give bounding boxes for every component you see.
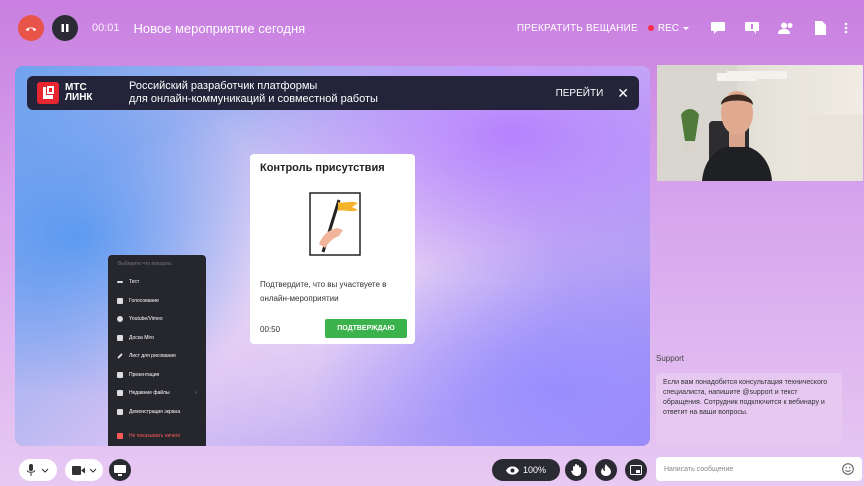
promo-banner: МТС ЛИНК Российский разработчик платформ… bbox=[27, 76, 639, 110]
menu-header: Выберите что показать bbox=[118, 261, 172, 267]
speaker-video bbox=[657, 65, 863, 181]
presentation-stage: МТС ЛИНК Российский разработчик платформ… bbox=[15, 66, 650, 446]
chevron-right-icon: › bbox=[195, 390, 197, 397]
phone-hangup-icon bbox=[25, 27, 37, 32]
menu-item-video[interactable]: Youtube/Vimeo bbox=[108, 310, 206, 329]
menu-item-test[interactable]: Тест bbox=[108, 273, 206, 292]
presence-title: Контроль присутствия bbox=[260, 162, 385, 174]
menu-item-label: Лист для рисования bbox=[129, 353, 176, 360]
logo-line2: ЛИНК bbox=[65, 92, 93, 103]
hand-icon bbox=[570, 464, 581, 476]
chevron-down-icon bbox=[41, 468, 49, 473]
mic-toggle-button[interactable] bbox=[19, 459, 57, 481]
presence-timer: 00:50 bbox=[260, 325, 281, 334]
menu-item-label: Youtube/Vimeo bbox=[129, 316, 163, 323]
files-button[interactable] bbox=[812, 21, 828, 35]
raise-hand-button[interactable] bbox=[565, 459, 587, 481]
chat-message-input[interactable]: Написать сообщение bbox=[656, 457, 862, 481]
broadcast-timer: 00:01 bbox=[92, 22, 120, 34]
zoom-level: 100% bbox=[522, 465, 547, 475]
chat-icon bbox=[711, 22, 725, 34]
banner-close-icon[interactable]: ✕ bbox=[617, 85, 629, 102]
monitor-icon bbox=[114, 464, 126, 476]
logo-text: МТС ЛИНК bbox=[65, 83, 111, 103]
poll-icon bbox=[117, 297, 123, 304]
presentation-icon bbox=[117, 371, 123, 378]
event-title: Новое мероприятие сегодня bbox=[133, 20, 306, 36]
picture-in-picture-icon bbox=[630, 465, 642, 475]
menu-item-presentation[interactable]: Презентация bbox=[108, 366, 206, 385]
stop-icon bbox=[117, 433, 123, 439]
share-screen-button[interactable] bbox=[109, 459, 131, 481]
viewers-count-button[interactable]: 100% bbox=[492, 459, 560, 481]
menu-item-recent-files[interactable]: Недавние файлы › bbox=[108, 384, 206, 403]
menu-item-label: Презентация bbox=[129, 371, 160, 378]
menu-item-label: Голосование bbox=[129, 297, 159, 304]
menu-item-poll[interactable]: Голосование bbox=[108, 292, 206, 311]
more-menu-button[interactable] bbox=[842, 21, 850, 35]
questions-button[interactable] bbox=[744, 21, 760, 35]
banner-text: Российский разработчик платформы для онл… bbox=[129, 80, 378, 106]
layout-button[interactable] bbox=[625, 459, 647, 481]
video-icon bbox=[117, 316, 123, 323]
mts-link-logo-icon bbox=[37, 82, 59, 104]
bottom-controls: 100% bbox=[15, 456, 650, 484]
camera-toggle-button[interactable] bbox=[65, 459, 103, 481]
chevron-down-icon bbox=[89, 468, 96, 473]
microphone-icon bbox=[27, 464, 35, 476]
more-vertical-icon bbox=[844, 22, 848, 34]
menu-item-show-nothing[interactable]: Не показывать ничего bbox=[108, 427, 206, 445]
chevron-down-icon bbox=[683, 27, 689, 30]
menu-item-label: Не показывать ничего bbox=[129, 433, 181, 439]
question-icon bbox=[745, 22, 759, 34]
pencil-icon bbox=[117, 353, 123, 360]
share-content-menu: Выберите что показать Тест Голосование Y… bbox=[108, 255, 206, 446]
menu-item-label: Доска Miro bbox=[129, 334, 154, 341]
list-icon bbox=[117, 281, 123, 284]
flag-illustration-icon bbox=[309, 192, 361, 256]
banner-text-line1: Российский разработчик платформы bbox=[129, 80, 318, 92]
menu-item-screen-share[interactable]: Демонстрация экрана bbox=[108, 403, 206, 422]
banner-go-button[interactable]: ПЕРЕЙТИ bbox=[556, 88, 604, 99]
pause-button[interactable] bbox=[52, 15, 78, 41]
support-sender: Support bbox=[656, 354, 685, 363]
confirm-presence-button[interactable]: ПОДТВЕРЖДАЮ bbox=[325, 319, 407, 338]
presence-text: Подтвердите, что вы участвуете в онлайн-… bbox=[260, 280, 387, 303]
rec-label: REC bbox=[657, 22, 679, 34]
screen-icon bbox=[117, 408, 123, 415]
menu-item-label: Демонстрация экрана bbox=[129, 408, 181, 415]
hangup-button[interactable] bbox=[18, 15, 44, 41]
menu-item-label: Тест bbox=[129, 279, 140, 286]
support-message: Если вам понадобится консультация технич… bbox=[656, 373, 842, 445]
chat-input-placeholder: Написать сообщение bbox=[664, 465, 734, 473]
pause-icon bbox=[61, 24, 69, 32]
emoji-icon[interactable] bbox=[842, 463, 854, 475]
flame-icon bbox=[601, 464, 611, 476]
stop-broadcast-button[interactable]: ПРЕКРАТИТЬ ВЕЩАНИЕ bbox=[517, 23, 638, 34]
reactions-button[interactable] bbox=[595, 459, 617, 481]
chat-toggle-button[interactable] bbox=[710, 21, 726, 35]
users-icon bbox=[778, 22, 793, 34]
banner-text-line2: для онлайн-коммуникаций и совместной раб… bbox=[129, 93, 378, 105]
menu-item-miro[interactable]: Доска Miro bbox=[108, 329, 206, 348]
top-bar: 00:01 Новое мероприятие сегодня ПРЕКРАТИ… bbox=[0, 0, 864, 56]
speaker-video-feed bbox=[657, 65, 863, 181]
rec-dot-icon bbox=[647, 25, 654, 31]
presence-check-dialog: Контроль присутствия Подтвердите, что вы… bbox=[250, 154, 415, 344]
files-icon bbox=[117, 390, 123, 397]
rec-dropdown[interactable]: REC bbox=[647, 22, 690, 34]
menu-item-label: Недавние файлы bbox=[129, 390, 170, 397]
eye-icon bbox=[505, 465, 519, 475]
camera-icon bbox=[71, 465, 85, 475]
participants-button[interactable] bbox=[778, 21, 794, 35]
file-icon bbox=[814, 21, 826, 35]
menu-item-drawing[interactable]: Лист для рисования bbox=[108, 347, 206, 366]
board-icon bbox=[117, 334, 123, 341]
